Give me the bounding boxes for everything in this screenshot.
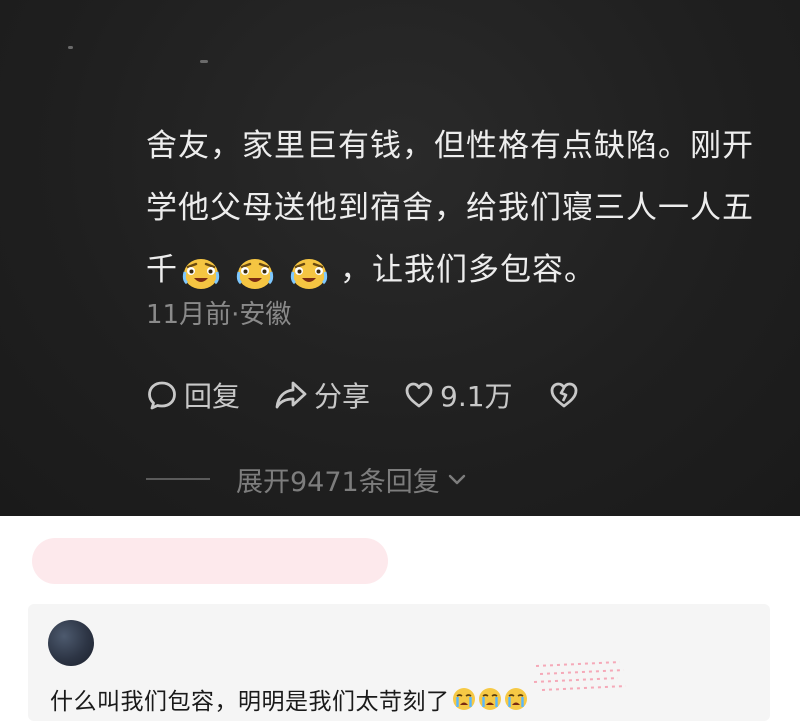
crying-face-icon bbox=[504, 688, 527, 710]
pink-scribble-stamp bbox=[533, 661, 627, 691]
comment-line: 舍友，家里巨有钱，但性格有点缺陷。刚开 bbox=[146, 128, 754, 164]
comment-line: 千 bbox=[146, 252, 178, 288]
share-button[interactable]: 分享 bbox=[274, 375, 370, 415]
comment-body: 舍友，家里巨有钱，但性格有点缺陷。刚开 学他父母送他到宿舍，给我们寝三人一人五千 ，… bbox=[146, 115, 796, 301]
reply-bubble-icon bbox=[148, 381, 176, 410]
reply-text: 什么叫我们包容，明明是我们太苛刻了 bbox=[50, 682, 528, 716]
avatar[interactable] bbox=[48, 620, 94, 666]
like-button[interactable]: 9.1万 bbox=[404, 375, 513, 415]
dust-speck bbox=[200, 60, 208, 63]
reply-card: 什么叫我们包容，明明是我们太苛刻了 bbox=[28, 604, 770, 721]
reply-label: 回复 bbox=[184, 380, 241, 413]
comment-actions: 回复 分享 9.1万 bbox=[146, 375, 621, 415]
like-count: 9.1万 bbox=[440, 380, 513, 413]
laughing-crying-face-icon bbox=[182, 250, 220, 289]
heart-icon bbox=[405, 382, 433, 408]
comment-meta: 11月前·安徽 bbox=[146, 300, 292, 330]
reply-text-content: 什么叫我们包容，明明是我们太苛刻了 bbox=[50, 689, 450, 715]
expand-replies-label: 展开9471条回复 bbox=[236, 466, 440, 498]
blurred-username-bar bbox=[32, 538, 388, 584]
chevron-down-icon bbox=[448, 474, 465, 485]
crying-face-icon bbox=[478, 688, 501, 710]
expand-replies-button[interactable]: 展开9471条回复 bbox=[146, 459, 468, 499]
broken-heart-icon bbox=[550, 382, 577, 408]
comment-screenshot: 舍友，家里巨有钱，但性格有点缺陷。刚开 学他父母送他到宿舍，给我们寝三人一人五千 ，… bbox=[0, 0, 800, 516]
divider bbox=[146, 478, 210, 480]
share-arrow-icon bbox=[275, 381, 307, 409]
comment-line: ，让我们多包容。 bbox=[340, 252, 596, 288]
dislike-button[interactable] bbox=[547, 380, 587, 410]
crying-face-icon bbox=[452, 688, 475, 710]
laughing-crying-face-icon bbox=[236, 250, 274, 289]
share-label: 分享 bbox=[314, 380, 371, 413]
reply-button[interactable]: 回复 bbox=[146, 375, 240, 415]
comment-line: 学他父母送他到宿舍，给我们寝三人一人五 bbox=[146, 190, 754, 226]
laughing-crying-face-icon bbox=[290, 250, 328, 289]
dust-speck bbox=[68, 46, 73, 49]
